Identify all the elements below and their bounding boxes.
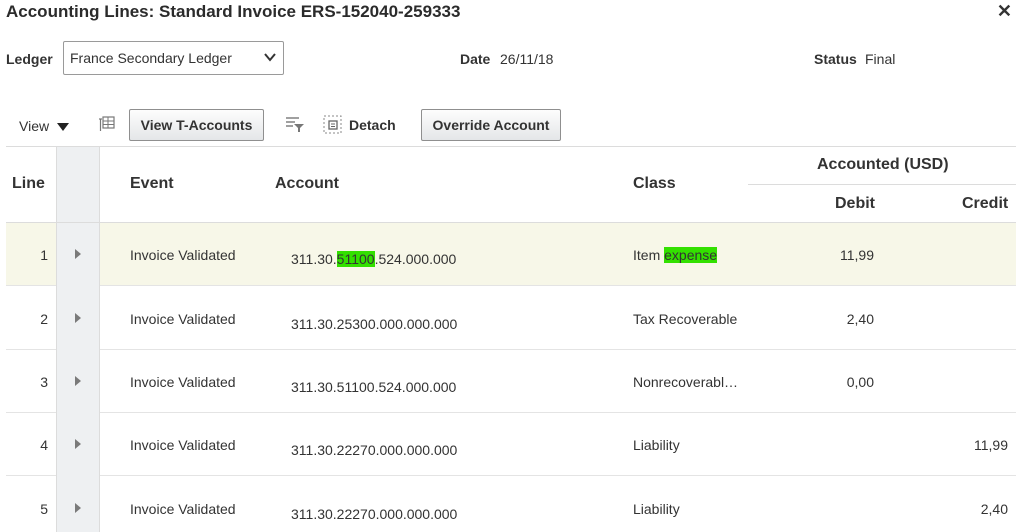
row-debit: 0,00 bbox=[846, 374, 874, 390]
row-account: 311.30.25300.000.000.000 bbox=[291, 316, 458, 332]
view-menu-label: View bbox=[19, 118, 50, 134]
status-label: Status bbox=[814, 51, 857, 67]
table-row[interactable]: 4 Invoice Validated 311.30.22270.000.000… bbox=[6, 413, 1016, 476]
row-credit: 11,99 bbox=[974, 437, 1008, 453]
row-class: Tax Recoverable bbox=[633, 311, 738, 327]
chevron-down-icon bbox=[264, 53, 276, 62]
view-menu[interactable]: View bbox=[19, 117, 71, 135]
date-label: Date bbox=[460, 51, 491, 67]
accounting-lines-table: Line Event Account Class Accounted (USD)… bbox=[6, 146, 1016, 532]
ledger-value: France Secondary Ledger bbox=[70, 50, 232, 66]
account-highlight: 51100 bbox=[336, 251, 375, 267]
account-segment: .524.000.000 bbox=[374, 251, 457, 267]
row-line-number: 4 bbox=[40, 437, 48, 453]
class-segment: Item bbox=[633, 247, 665, 263]
row-line-number: 5 bbox=[40, 501, 48, 517]
header-group-divider bbox=[748, 184, 1016, 185]
row-line-number: 2 bbox=[40, 311, 48, 327]
column-header-debit[interactable]: Debit bbox=[835, 195, 875, 213]
row-event: Invoice Validated bbox=[130, 247, 236, 263]
class-highlight: expense bbox=[664, 247, 718, 263]
row-class: Liability bbox=[633, 501, 680, 517]
column-header-accounted: Accounted (USD) bbox=[817, 156, 949, 173]
table-row[interactable]: 3 Invoice Validated 311.30.51100.524.000… bbox=[6, 350, 1016, 413]
close-icon[interactable]: ✕ bbox=[997, 1, 1012, 22]
row-account: 311.30.51100.524.000.000 bbox=[291, 251, 456, 267]
row-credit: 2,40 bbox=[980, 501, 1008, 517]
row-event: Invoice Validated bbox=[130, 374, 236, 390]
account-segment: 311.30. bbox=[291, 251, 337, 267]
row-event: Invoice Validated bbox=[130, 501, 236, 517]
row-account: 311.30.22270.000.000.000 bbox=[291, 506, 458, 522]
row-class: Nonrecoverabl… bbox=[633, 374, 739, 390]
disclosure-icon[interactable] bbox=[75, 313, 81, 323]
detach-icon bbox=[323, 115, 342, 134]
disclosure-icon[interactable] bbox=[75, 503, 81, 513]
table-row[interactable]: 5 Invoice Validated 311.30.22270.000.000… bbox=[6, 476, 1016, 532]
row-account: 311.30.22270.000.000.000 bbox=[291, 442, 458, 458]
table-row[interactable]: 1 Invoice Validated 311.30.51100.524.000… bbox=[6, 223, 1016, 286]
row-event: Invoice Validated bbox=[130, 437, 236, 453]
column-header-class[interactable]: Class bbox=[633, 175, 676, 193]
freeze-columns-icon[interactable] bbox=[98, 115, 116, 133]
ledger-select[interactable]: France Secondary Ledger bbox=[63, 41, 284, 75]
row-account: 311.30.51100.524.000.000 bbox=[291, 379, 457, 395]
row-event: Invoice Validated bbox=[130, 311, 236, 327]
dialog-title: Accounting Lines: Standard Invoice ERS-1… bbox=[6, 2, 461, 21]
disclosure-icon[interactable] bbox=[75, 249, 81, 259]
table-top-border bbox=[6, 146, 1016, 147]
column-header-line[interactable]: Line bbox=[12, 175, 45, 193]
status-value: Final bbox=[865, 51, 896, 67]
row-debit: 11,99 bbox=[840, 247, 874, 263]
disclosure-icon[interactable] bbox=[75, 376, 81, 386]
row-line-number: 3 bbox=[40, 374, 48, 390]
column-header-event[interactable]: Event bbox=[130, 175, 174, 193]
row-debit: 2,40 bbox=[846, 311, 874, 327]
detach-control[interactable]: Detach bbox=[323, 114, 399, 136]
detach-label: Detach bbox=[349, 117, 396, 133]
row-class: Item expense bbox=[633, 247, 718, 263]
table-row[interactable]: 2 Invoice Validated 311.30.25300.000.000… bbox=[6, 287, 1016, 350]
row-line-number: 1 bbox=[40, 247, 48, 263]
date-value: 26/11/18 bbox=[500, 51, 554, 67]
query-by-example-icon[interactable] bbox=[285, 115, 305, 133]
override-account-button[interactable]: Override Account bbox=[421, 109, 561, 141]
column-header-credit[interactable]: Credit bbox=[962, 195, 1008, 213]
ledger-label: Ledger bbox=[6, 51, 53, 67]
disclosure-icon[interactable] bbox=[75, 439, 81, 449]
column-header-account[interactable]: Account bbox=[275, 175, 339, 193]
row-class: Liability bbox=[633, 437, 680, 453]
view-t-accounts-button[interactable]: View T-Accounts bbox=[129, 109, 264, 141]
view-dropdown-icon bbox=[57, 123, 69, 131]
